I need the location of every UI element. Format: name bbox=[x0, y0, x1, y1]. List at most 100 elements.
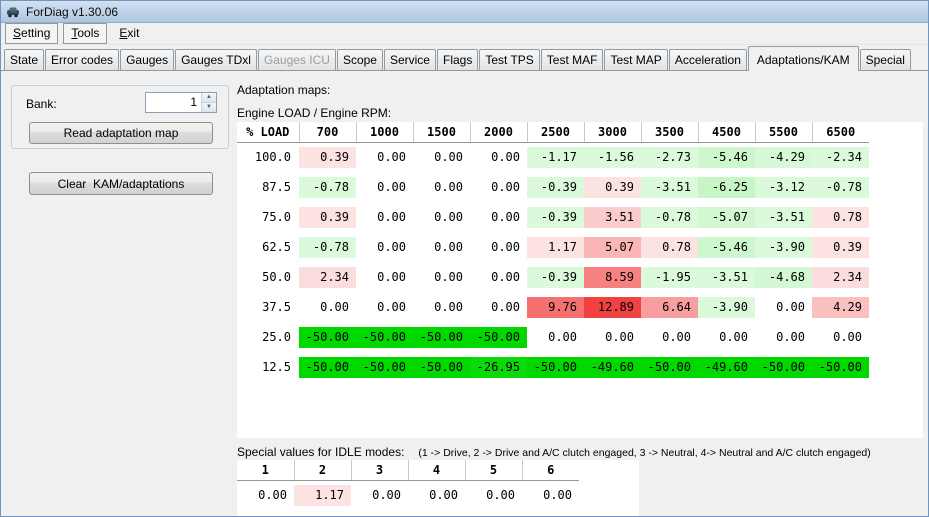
map-cell: 0.78 bbox=[812, 202, 869, 232]
map-row-header: 100.0 bbox=[237, 142, 299, 172]
map-cell: 0.78 bbox=[641, 232, 698, 262]
map-cell: 0.00 bbox=[356, 202, 413, 232]
map-cell: -6.25 bbox=[698, 172, 755, 202]
tab-test-tps[interactable]: Test TPS bbox=[479, 49, 539, 70]
map-col-header-3500: 3500 bbox=[641, 122, 698, 142]
menu-item-setting[interactable]: Setting bbox=[5, 23, 58, 44]
map-cell: 0.00 bbox=[812, 322, 869, 352]
map-cell: 0.00 bbox=[413, 262, 470, 292]
tab-service[interactable]: Service bbox=[384, 49, 436, 70]
map-cell: 0.00 bbox=[356, 172, 413, 202]
idle-col-header-4: 4 bbox=[408, 460, 465, 480]
map-row-header: 87.5 bbox=[237, 172, 299, 202]
idle-table: 1234560.001.170.000.000.000.00 bbox=[237, 460, 639, 517]
app-icon bbox=[6, 5, 20, 19]
map-cell: 0.00 bbox=[356, 142, 413, 172]
map-table-row: 12.5-50.00-50.00-50.00-26.95-50.00-49.60… bbox=[237, 352, 869, 382]
map-row-header: 75.0 bbox=[237, 202, 299, 232]
adaptation-maps-label: Adaptation maps: bbox=[237, 83, 330, 97]
map-cell: 0.00 bbox=[413, 292, 470, 322]
map-cell: -2.73 bbox=[641, 142, 698, 172]
tab-scope[interactable]: Scope bbox=[337, 49, 383, 70]
map-cell: -50.00 bbox=[299, 322, 356, 352]
idle-labels-row: Special values for IDLE modes: (1 -> Dri… bbox=[237, 445, 871, 459]
bank-label: Bank: bbox=[26, 97, 57, 111]
bank-spinner[interactable]: 1 ▲ ▼ bbox=[145, 92, 217, 113]
map-col-header-4500: 4500 bbox=[698, 122, 755, 142]
idle-modes-caption: (1 -> Drive, 2 -> Drive and A/C clutch e… bbox=[418, 447, 870, 459]
map-cell: -0.39 bbox=[527, 202, 584, 232]
map-cell: -50.00 bbox=[356, 352, 413, 382]
tab-test-map[interactable]: Test MAP bbox=[604, 49, 667, 70]
tab-flags[interactable]: Flags bbox=[437, 49, 478, 70]
map-cell: -1.56 bbox=[584, 142, 641, 172]
map-cell: -5.46 bbox=[698, 232, 755, 262]
tab-acceleration[interactable]: Acceleration bbox=[669, 49, 747, 70]
map-cell: 0.00 bbox=[584, 322, 641, 352]
map-cell: -3.90 bbox=[755, 232, 812, 262]
spin-up-icon[interactable]: ▲ bbox=[202, 93, 216, 103]
map-cell: 0.00 bbox=[641, 322, 698, 352]
map-cell: -4.68 bbox=[755, 262, 812, 292]
map-col-header-1000: 1000 bbox=[356, 122, 413, 142]
tab-gauges[interactable]: Gauges bbox=[120, 49, 174, 70]
titlebar: ForDiag v1.30.06 bbox=[1, 1, 928, 23]
map-cell: 1.17 bbox=[527, 232, 584, 262]
map-cell: -0.78 bbox=[641, 202, 698, 232]
menubar: SettingTools Exit bbox=[1, 23, 928, 45]
map-cell: -3.51 bbox=[698, 262, 755, 292]
tab-error-codes[interactable]: Error codes bbox=[45, 49, 119, 70]
menu-item-tools[interactable]: Tools bbox=[63, 23, 107, 44]
idle-col-header-6: 6 bbox=[522, 460, 579, 480]
map-col-header-1500: 1500 bbox=[413, 122, 470, 142]
map-cell: 0.00 bbox=[356, 292, 413, 322]
map-cell: 4.29 bbox=[812, 292, 869, 322]
map-cell: -50.00 bbox=[527, 352, 584, 382]
map-cell: -50.00 bbox=[470, 322, 527, 352]
map-cell: 0.00 bbox=[413, 142, 470, 172]
tab-gauges-icu[interactable]: Gauges ICU bbox=[258, 49, 336, 70]
map-cell: 0.00 bbox=[356, 262, 413, 292]
map-cell: 6.64 bbox=[641, 292, 698, 322]
map-cell: 0.39 bbox=[299, 202, 356, 232]
spin-down-icon[interactable]: ▼ bbox=[202, 103, 216, 112]
map-cell: -0.39 bbox=[527, 172, 584, 202]
idle-cell: 0.00 bbox=[465, 480, 522, 510]
map-cell: -26.95 bbox=[470, 352, 527, 382]
idle-cell: 0.00 bbox=[351, 480, 408, 510]
map-cell: -50.00 bbox=[299, 352, 356, 382]
menu-item-exit[interactable]: Exit bbox=[112, 24, 146, 43]
map-cell: -0.78 bbox=[299, 172, 356, 202]
map-cell: -0.78 bbox=[812, 172, 869, 202]
map-cell: 12.89 bbox=[584, 292, 641, 322]
map-cell: 0.39 bbox=[299, 142, 356, 172]
map-grid: % LOAD7001000150020002500300035004500550… bbox=[237, 122, 869, 382]
map-cell: 0.00 bbox=[698, 322, 755, 352]
map-row-header: 62.5 bbox=[237, 232, 299, 262]
map-cell: 2.34 bbox=[812, 262, 869, 292]
tab-adaptations-kam[interactable]: Adaptations/KAM bbox=[748, 46, 859, 71]
map-table-row: 25.0-50.00-50.00-50.00-50.000.000.000.00… bbox=[237, 322, 869, 352]
map-row-header: 50.0 bbox=[237, 262, 299, 292]
map-cell: -1.95 bbox=[641, 262, 698, 292]
map-table-row: 50.02.340.000.000.00-0.398.59-1.95-3.51-… bbox=[237, 262, 869, 292]
map-row-header: 12.5 bbox=[237, 352, 299, 382]
map-corner-header: % LOAD bbox=[237, 122, 299, 142]
tab-test-maf[interactable]: Test MAF bbox=[541, 49, 604, 70]
clear-kam-button[interactable]: Clear KAM/adaptations bbox=[29, 172, 213, 195]
map-cell: -50.00 bbox=[812, 352, 869, 382]
read-adaptation-map-button[interactable]: Read adaptation map bbox=[29, 122, 213, 144]
map-cell: 8.59 bbox=[584, 262, 641, 292]
tab-state[interactable]: State bbox=[4, 49, 44, 70]
idle-cell: 1.17 bbox=[294, 480, 351, 510]
map-cell: 3.51 bbox=[584, 202, 641, 232]
map-col-header-2500: 2500 bbox=[527, 122, 584, 142]
map-cell: -50.00 bbox=[755, 352, 812, 382]
map-cell: -1.17 bbox=[527, 142, 584, 172]
map-table-row: 62.5-0.780.000.000.001.175.070.78-5.46-3… bbox=[237, 232, 869, 262]
bank-value[interactable]: 1 bbox=[146, 93, 201, 112]
tab-gauges-tdxl[interactable]: Gauges TDxl bbox=[175, 49, 257, 70]
map-cell: 0.00 bbox=[470, 172, 527, 202]
idle-col-header-5: 5 bbox=[465, 460, 522, 480]
tab-special[interactable]: Special bbox=[860, 49, 911, 70]
